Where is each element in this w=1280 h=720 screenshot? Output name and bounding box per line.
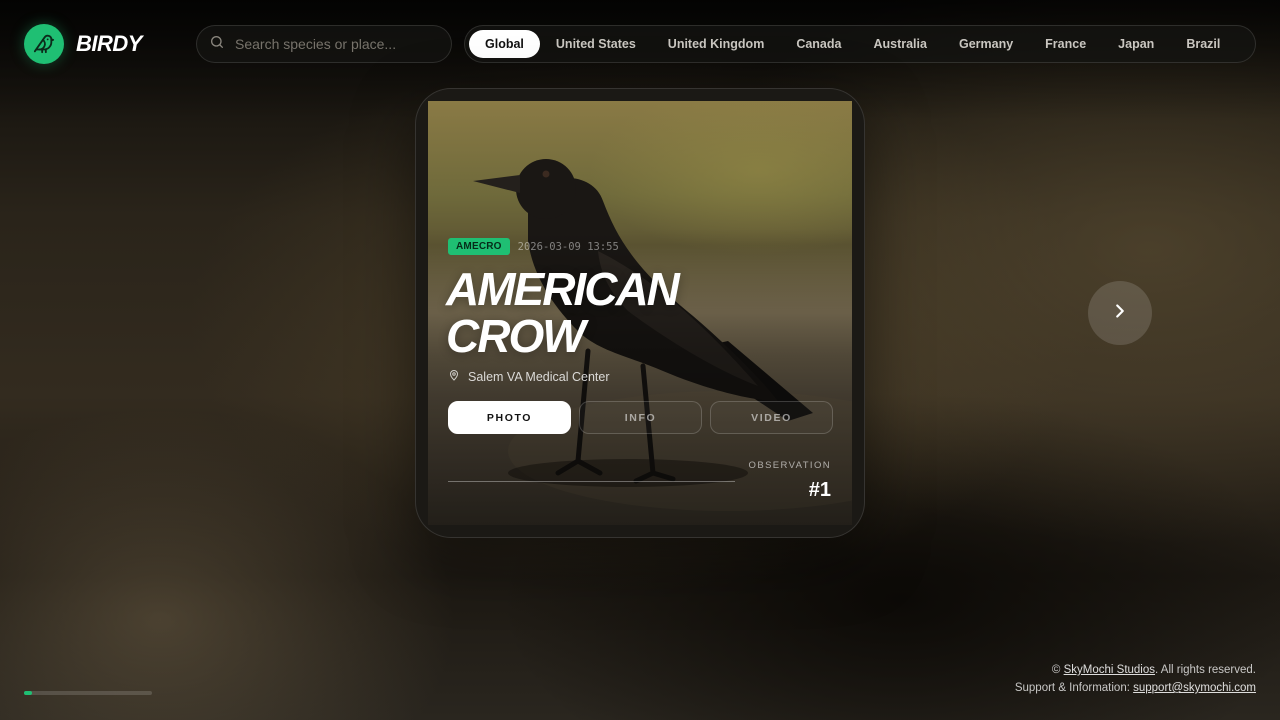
card-divider [448, 481, 735, 482]
photo-button[interactable]: PHOTO [448, 401, 571, 434]
search-input[interactable] [235, 36, 435, 52]
support-email-link[interactable]: support@skymochi.com [1133, 682, 1256, 694]
app-logo[interactable]: BIRDY [24, 24, 142, 64]
info-button[interactable]: INFO [579, 401, 702, 434]
observation-meta: AMECRO 2026-03-09 13:55 [448, 238, 619, 255]
copyright-symbol: © [1051, 664, 1061, 676]
map-pin-icon [448, 369, 460, 384]
species-title-line1: AMERICAN [446, 263, 680, 315]
video-button[interactable]: VIDEO [710, 401, 833, 434]
media-buttons: PHOTO INFO VIDEO [448, 401, 833, 434]
location-label: Salem VA Medical Center [468, 369, 610, 384]
slideshow-progress [24, 691, 152, 695]
tab-united-kingdom[interactable]: United Kingdom [652, 30, 781, 58]
observation-number: #1 [808, 479, 831, 501]
company-link[interactable]: SkyMochi Studios [1064, 664, 1155, 676]
slideshow-progress-fill [24, 691, 32, 695]
tab-global[interactable]: Global [469, 30, 540, 58]
region-tabs: Global United States United Kingdom Cana… [464, 25, 1256, 63]
species-title: AMERICAN CROW [446, 266, 746, 360]
tab-united-states[interactable]: United States [540, 30, 652, 58]
tab-france[interactable]: France [1029, 30, 1102, 58]
tab-brazil[interactable]: Brazil [1170, 30, 1236, 58]
copyright-suffix: . All rights reserved. [1155, 664, 1256, 676]
species-title-line2: CROW [446, 310, 586, 362]
observation-location: Salem VA Medical Center [448, 369, 610, 384]
copyright-line: © SkyMochi Studios. All rights reserved. [1015, 661, 1256, 679]
bird-icon [24, 24, 64, 64]
search-icon [209, 34, 225, 55]
app-name: BIRDY [76, 31, 142, 56]
next-button[interactable] [1088, 281, 1152, 345]
observation-label: OBSERVATION [748, 460, 831, 471]
search-bar[interactable] [196, 25, 452, 63]
footer: © SkyMochi Studios. All rights reserved.… [1015, 661, 1256, 697]
support-label: Support & Information: [1014, 682, 1130, 694]
observation-timestamp: 2026-03-09 13:55 [517, 240, 619, 253]
support-line: Support & Information: support@skymochi.… [1015, 679, 1256, 697]
species-code-badge: AMECRO [448, 238, 510, 255]
tab-germany[interactable]: Germany [943, 30, 1029, 58]
tab-japan[interactable]: Japan [1102, 30, 1170, 58]
tab-canada[interactable]: Canada [780, 30, 857, 58]
chevron-right-icon [1109, 300, 1131, 327]
tab-australia[interactable]: Australia [857, 30, 943, 58]
